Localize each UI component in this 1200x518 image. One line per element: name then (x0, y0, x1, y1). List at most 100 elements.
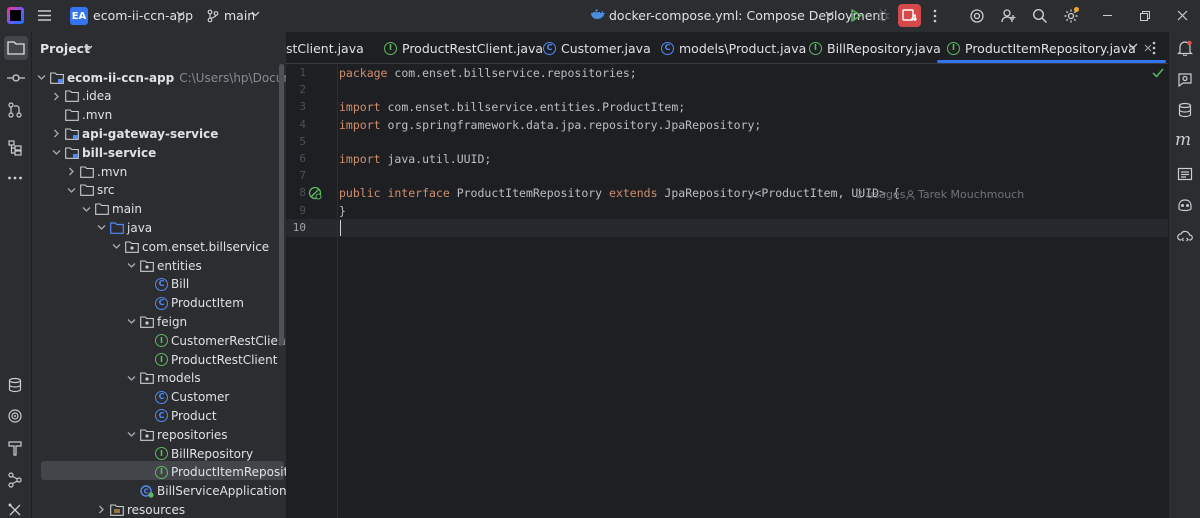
database-icon[interactable] (1177, 102, 1193, 118)
code-editor[interactable] (286, 64, 1168, 518)
code-line[interactable]: import java.util.UUID; (339, 152, 491, 166)
editor-tab-bar: stClient.java I ProductRestClient.java C Cus… (286, 32, 1168, 64)
editor-tab-billrepository-java[interactable]: I BillRepository.java (809, 32, 941, 64)
structure-icon[interactable] (7, 140, 23, 156)
show-hidden-tabs-icon[interactable] (1128, 43, 1138, 50)
chevron-down-icon[interactable] (65, 181, 77, 200)
tree-item-main[interactable]: main (80, 200, 142, 219)
tree-item-bill-service[interactable]: bill-service (50, 143, 156, 162)
chevron-down-icon[interactable] (125, 312, 137, 331)
usages-hint[interactable]: 2 usages (856, 188, 905, 201)
tree-item-feign[interactable]: feign (125, 312, 187, 331)
project-badge[interactable]: EA (70, 7, 88, 25)
tree-item-src[interactable]: src (65, 181, 115, 200)
tree-item-ecom-ii-ccn-app[interactable]: ecom-ii-ccn-app C:\Users\hp\Documents\p (35, 68, 286, 87)
services-icon[interactable] (7, 377, 23, 393)
tree-item-customerrestclient[interactable]: I CustomerRestClient (140, 331, 286, 350)
tree-item-resources[interactable]: resources (95, 500, 185, 518)
chevron-down-icon[interactable] (125, 256, 137, 275)
chevron-down-icon[interactable] (95, 218, 107, 237)
chevron-down-icon[interactable] (176, 11, 185, 17)
code-line[interactable]: import org.springframework.data.jpa.repo… (339, 118, 761, 132)
tree-item-productrestclient[interactable]: I ProductRestClient (140, 350, 277, 369)
maximize-window-icon[interactable] (1140, 11, 1150, 21)
chevron-down-icon[interactable] (35, 68, 47, 87)
tree-item-com-enset-billservice[interactable]: com.enset.billservice (110, 237, 269, 256)
editor-tab-productitemrepository-java[interactable]: I ProductItemRepository.java (937, 32, 1166, 64)
run-configuration-selector[interactable]: docker-compose.yml: Compose Deployment (609, 8, 885, 23)
tree-item-repositories[interactable]: repositories (125, 425, 228, 444)
minimize-window-icon[interactable] (1103, 15, 1112, 16)
chevron-down-icon[interactable] (125, 369, 137, 388)
chevron-down-icon[interactable] (110, 237, 122, 256)
chevron-right-icon[interactable] (50, 87, 62, 106)
chevron-down-icon[interactable] (251, 11, 260, 17)
tree-item-billrepository[interactable]: I BillRepository (140, 444, 253, 463)
chevron-down-icon[interactable] (84, 45, 93, 51)
tree-item-billserviceapplication[interactable]: C BillServiceApplication (125, 482, 286, 501)
ai-chat-icon[interactable] (1177, 72, 1193, 88)
debug-icon[interactable] (876, 8, 890, 23)
editor-tab-models-product-java[interactable]: Cmodels\Product.java (661, 32, 806, 64)
spring-data-repository-icon[interactable] (308, 186, 322, 200)
intellij-logo-icon[interactable] (7, 7, 24, 24)
tree-item-product[interactable]: C Product (140, 406, 217, 425)
cloud-code-icon[interactable] (1177, 229, 1193, 243)
chevron-right-icon[interactable] (95, 500, 107, 518)
tree-item-api-gateway-service[interactable]: api-gateway-service (50, 124, 218, 143)
code-line[interactable]: public interface ProductItemRepository e… (339, 186, 900, 200)
commit-icon[interactable] (7, 72, 25, 84)
maven-icon[interactable]: m (1175, 130, 1191, 150)
tree-item-productitemrepository[interactable]: IProductItemRepository (140, 463, 286, 482)
project-panel-title[interactable]: Project (40, 41, 90, 56)
tree-item-entities[interactable]: entities (125, 256, 202, 275)
close-window-icon[interactable] (1177, 10, 1188, 21)
stop-button[interactable] (898, 4, 921, 27)
close-tab-icon[interactable] (1144, 44, 1152, 52)
endpoints-icon[interactable] (7, 408, 23, 424)
editor-tab-productrestclient-java[interactable]: I ProductRestClient.java (384, 32, 543, 64)
more-actions-icon[interactable] (933, 9, 937, 23)
tree-item-mvn[interactable]: .mvn (50, 106, 112, 125)
tree-item-models[interactable]: models (125, 369, 201, 388)
chevron-right-icon[interactable] (65, 162, 77, 181)
run-icon[interactable] (849, 8, 863, 23)
project-folder-icon[interactable] (7, 40, 25, 56)
build-hammer-icon[interactable] (7, 440, 23, 456)
code-line[interactable]: package com.enset.billservice.repositori… (339, 66, 637, 80)
chevron-down-icon[interactable] (50, 143, 62, 162)
code-line[interactable]: } (339, 204, 346, 218)
chevron-right-icon[interactable] (50, 124, 62, 143)
markdown-preview-icon[interactable] (1177, 166, 1193, 182)
tree-item-bill[interactable]: C Bill (140, 275, 189, 294)
chevron-down-icon[interactable] (80, 200, 92, 219)
chevron-down-icon[interactable] (825, 11, 834, 17)
author-hint[interactable]: Tarek Mouchmouch (906, 188, 1024, 201)
more-tools-icon[interactable] (7, 175, 23, 181)
tree-item-label: resources (127, 502, 186, 517)
no-problems-check-icon[interactable] (1152, 68, 1164, 78)
chevron-down-icon[interactable] (125, 425, 137, 444)
pull-requests-icon[interactable] (7, 102, 23, 118)
tree-item-label: ProductItem (171, 296, 244, 311)
git-branch-icon[interactable] (207, 9, 219, 23)
tree-item-productitem[interactable]: C ProductItem (140, 294, 244, 313)
project-tree-scrollbar[interactable] (279, 64, 284, 346)
main-menu-icon[interactable] (37, 8, 52, 23)
problems-icon[interactable] (7, 502, 23, 518)
add-user-icon[interactable] (1001, 8, 1017, 24)
search-icon[interactable] (1032, 8, 1048, 24)
tree-item-idea[interactable]: .idea (50, 87, 112, 106)
tree-item-java[interactable]: java (95, 218, 152, 237)
code-line[interactable]: import com.enset.billservice.entities.Pr… (339, 100, 685, 114)
copilot-icon[interactable] (1177, 197, 1193, 213)
ai-assistant-icon[interactable] (969, 8, 985, 24)
git-graph-icon[interactable] (7, 472, 23, 488)
tree-item-customer[interactable]: C Customer (140, 388, 229, 407)
notifications-bell-icon[interactable] (1177, 40, 1193, 56)
editor-tab-customer-java[interactable]: C Customer.java (543, 32, 651, 64)
tree-item-mvn[interactable]: .mvn (65, 162, 127, 181)
editor-tab-stclient-java[interactable]: stClient.java (286, 32, 364, 64)
tab-actions-icon[interactable] (1152, 41, 1156, 55)
